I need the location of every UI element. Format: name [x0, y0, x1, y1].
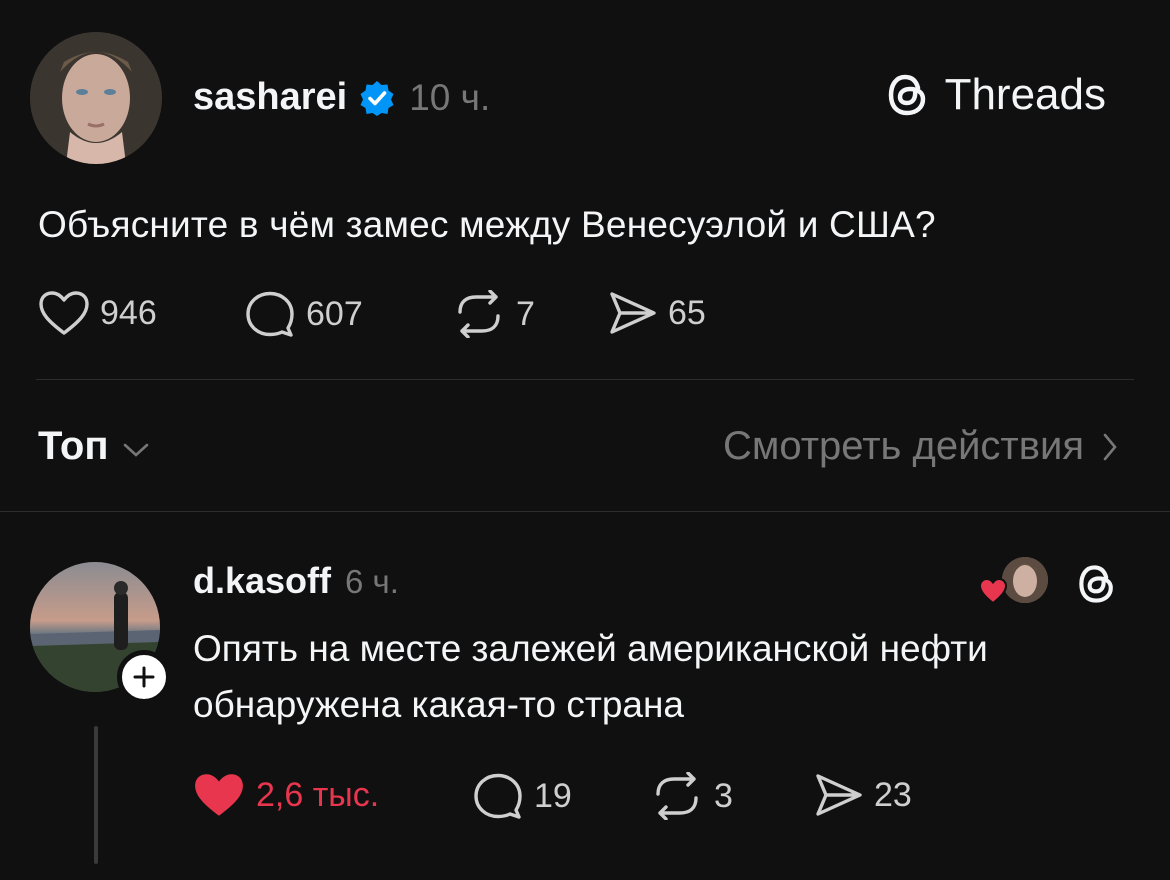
- chevron-right-icon: [1102, 433, 1118, 461]
- repost-button[interactable]: 7: [452, 290, 535, 338]
- sort-label: Топ: [38, 424, 109, 468]
- divider: [0, 511, 1170, 512]
- threads-brand-label: Threads: [944, 70, 1106, 119]
- post-text: Объясните в чём замес между Венесуэлой и…: [38, 204, 936, 245]
- threads-logo-icon: [885, 70, 931, 120]
- share-count: 65: [668, 293, 706, 332]
- reply-text-line: обнаружена какая-то страна: [193, 684, 684, 725]
- repost-icon: [452, 290, 506, 338]
- repost-icon: [650, 772, 704, 820]
- view-activity-link[interactable]: Смотреть действия: [723, 424, 1118, 469]
- threads-brand: Threads: [885, 70, 1106, 120]
- send-icon: [814, 772, 864, 818]
- reply-count: 607: [306, 294, 363, 333]
- verified-badge-icon: [359, 80, 395, 116]
- threads-logo-icon[interactable]: [1074, 561, 1120, 607]
- like-button[interactable]: 946: [38, 290, 157, 336]
- send-icon: [608, 290, 658, 336]
- comment-icon: [244, 290, 296, 338]
- reply-author-username[interactable]: d.kasoff: [193, 560, 331, 602]
- reply-text: Опять на месте залежей американской нефт…: [193, 621, 1153, 733]
- follow-button[interactable]: [117, 650, 171, 704]
- sort-dropdown[interactable]: Топ: [38, 424, 149, 469]
- reply-button[interactable]: 607: [244, 290, 363, 338]
- heart-filled-icon: [192, 770, 246, 820]
- comment-icon: [472, 772, 524, 820]
- author-username[interactable]: sasharei: [193, 76, 347, 119]
- liked-heart-icon: [978, 577, 1008, 605]
- reply-timestamp: 6 ч.: [345, 563, 399, 600]
- reply-repost-count: 3: [714, 776, 733, 815]
- reply-like-count: 2,6 тыс.: [256, 775, 380, 814]
- reply-reply-button[interactable]: 19: [472, 772, 572, 820]
- thread-line: [94, 726, 98, 864]
- chevron-down-icon: [123, 442, 149, 458]
- view-activity-label: Смотреть действия: [722, 424, 1084, 468]
- repost-count: 7: [516, 294, 535, 333]
- reply-text-line: Опять на месте залежей американской нефт…: [193, 628, 988, 669]
- plus-icon: [132, 665, 156, 689]
- heart-icon: [38, 290, 90, 336]
- author-avatar[interactable]: [30, 32, 162, 164]
- like-count: 946: [100, 293, 157, 332]
- author-liked-indicator: [978, 557, 1048, 607]
- share-button[interactable]: 65: [608, 290, 706, 336]
- reply-reply-count: 19: [534, 776, 572, 815]
- reply-like-button[interactable]: 2,6 тыс.: [192, 770, 379, 820]
- author-mini-avatar: [1002, 557, 1048, 603]
- post-timestamp: 10 ч.: [409, 76, 491, 118]
- divider: [36, 379, 1134, 380]
- reply-repost-button[interactable]: 3: [650, 772, 733, 820]
- reply-share-button[interactable]: 23: [814, 772, 912, 818]
- reply-share-count: 23: [874, 775, 912, 814]
